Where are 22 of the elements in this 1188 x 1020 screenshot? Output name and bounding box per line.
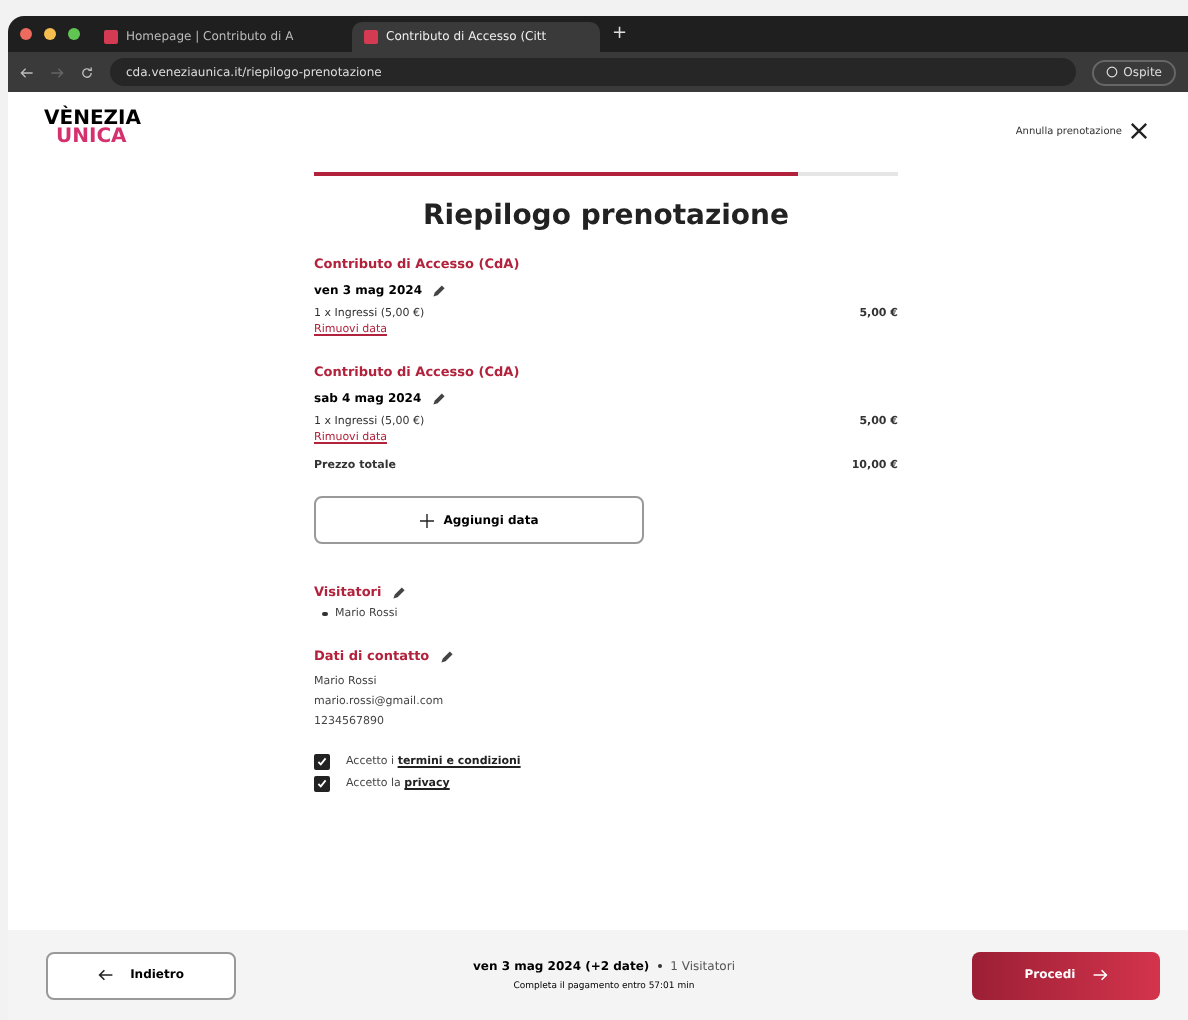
reload-icon[interactable] <box>80 65 94 79</box>
close-icon <box>1130 122 1148 140</box>
pencil-icon[interactable] <box>439 649 454 663</box>
new-tab-button[interactable]: + <box>612 24 628 44</box>
profile-icon <box>1105 66 1118 78</box>
maximize-window-icon[interactable] <box>68 28 80 40</box>
page-title: Riepilogo prenotazione <box>421 200 791 232</box>
bullet-icon <box>322 611 327 617</box>
pencil-icon[interactable] <box>391 585 406 599</box>
minimize-window-icon[interactable] <box>44 28 56 40</box>
plus-icon <box>419 513 434 527</box>
checkbox[interactable] <box>314 776 330 792</box>
arrow-left-icon <box>98 968 115 982</box>
pencil-icon[interactable] <box>431 392 446 406</box>
checkbox[interactable] <box>314 754 330 770</box>
close-window-icon[interactable] <box>20 28 32 40</box>
bullet-icon <box>657 963 663 969</box>
arrow-right-icon <box>1091 968 1108 982</box>
back-icon[interactable] <box>20 65 34 79</box>
favicon-icon <box>364 30 378 44</box>
pencil-icon[interactable] <box>432 284 446 298</box>
favicon-icon <box>104 30 118 44</box>
